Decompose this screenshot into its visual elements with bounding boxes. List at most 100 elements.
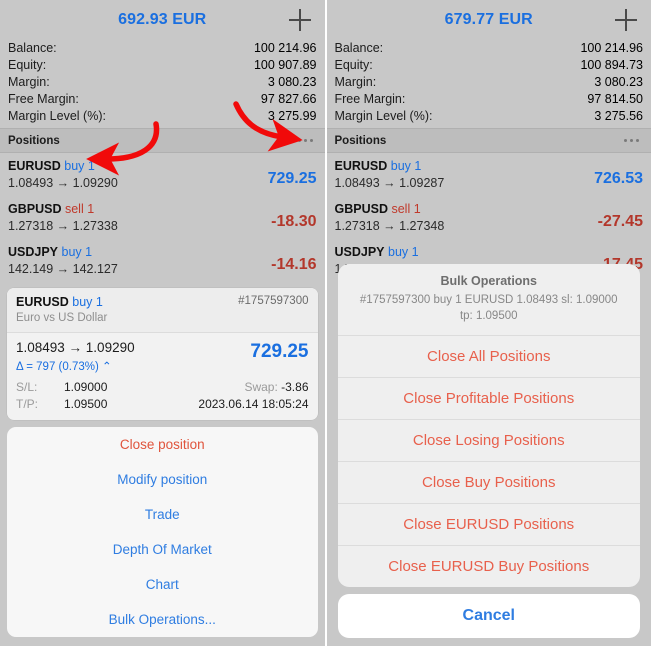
- account-header-right: 679.77 EUR: [326, 0, 651, 40]
- stat-value: 3 275.99: [267, 109, 317, 123]
- right-screen: 679.77 EUR Balance: 100 214.96 Equity: 1…: [326, 0, 651, 646]
- positions-section-header: Positions: [0, 128, 325, 153]
- stat-label: Equity:: [8, 58, 47, 72]
- bulk-close-eurusd-buy-positions[interactable]: Close EURUSD Buy Positions: [338, 546, 641, 587]
- positions-list-right: EURUSD buy 1 1.08493 → 1.09287 726.53 GB…: [326, 153, 651, 282]
- account-total-profit: 692.93 EUR: [118, 11, 207, 28]
- stat-label: Free Margin:: [334, 92, 406, 106]
- position-direction: buy 1: [64, 159, 95, 173]
- stat-label: Margin:: [334, 75, 377, 89]
- action-trade[interactable]: Trade: [7, 497, 318, 532]
- stat-row: Margin Level (%): 3 275.99: [8, 108, 317, 125]
- bulk-dialog-title: Bulk Operations: [440, 274, 538, 288]
- stat-label: Free Margin:: [8, 92, 79, 106]
- stat-row: Balance: 100 214.96: [8, 40, 317, 57]
- detail-symbol: EURUSD: [16, 295, 69, 309]
- position-profit: 729.25: [267, 169, 317, 187]
- stat-value: 3 080.23: [594, 75, 643, 89]
- ellipsis-icon[interactable]: [296, 135, 315, 146]
- stat-label: Balance:: [334, 41, 384, 55]
- stat-label: Margin Level (%):: [334, 109, 433, 123]
- swap-label: Swap:: [244, 380, 278, 394]
- position-prices: 1.08493 → 1.09290: [8, 176, 118, 190]
- stat-label: Margin:: [8, 75, 50, 89]
- bulk-close-buy-positions[interactable]: Close Buy Positions: [337, 462, 640, 504]
- action-close-position[interactable]: Close position: [7, 427, 318, 462]
- bulk-close-profitable-positions[interactable]: Close Profitable Positions: [337, 378, 640, 420]
- positions-section-header: Positions: [326, 128, 651, 153]
- account-stats-left: Balance: 100 214.96 Equity: 100 907.89 M…: [0, 40, 325, 128]
- bulk-dialog-subtitle: #1757597300 buy 1 EURUSD 1.08493 sl: 1.0…: [359, 294, 618, 322]
- add-icon[interactable]: [288, 9, 311, 31]
- position-symbol: GBPUSD: [334, 202, 388, 216]
- detail-direction: buy 1: [72, 295, 103, 309]
- action-chart[interactable]: Chart: [7, 567, 318, 602]
- position-detail-card[interactable]: EURUSD buy 1 Euro vs US Dollar #17575973…: [7, 288, 318, 420]
- detail-row-sl: S/L: 1.09000 Swap: -3.86: [16, 379, 309, 396]
- stat-label: Balance:: [8, 41, 57, 55]
- stat-value: 3 080.23: [267, 75, 317, 89]
- detail-description: Euro vs US Dollar: [16, 312, 108, 324]
- position-prices: 1.27318 → 1.27348: [334, 219, 445, 233]
- sl-label: S/L:: [16, 380, 38, 394]
- swap-field: Swap: -3.86: [244, 379, 308, 396]
- position-prices: 1.08493 → 1.09287: [334, 176, 445, 190]
- position-prices: 1.27318 → 1.27338: [8, 219, 118, 233]
- action-depth-of-market[interactable]: Depth Of Market: [7, 532, 318, 567]
- position-row-usdjpy[interactable]: USDJPY buy 1 142.149 → 142.127 -14.16: [0, 239, 325, 282]
- action-bulk-operations[interactable]: Bulk Operations...: [7, 602, 318, 637]
- stat-value: 97 827.66: [260, 92, 317, 106]
- cancel-button[interactable]: Cancel: [337, 594, 640, 638]
- position-symbol: USDJPY: [334, 245, 385, 259]
- position-row-gbpusd[interactable]: GBPUSD sell 1 1.27318 → 1.27338 -18.30: [0, 196, 325, 239]
- position-profit: 726.53: [594, 169, 643, 187]
- position-symbol: GBPUSD: [8, 202, 62, 216]
- position-profit: -18.30: [271, 212, 317, 230]
- position-direction: buy 1: [390, 159, 422, 173]
- add-icon[interactable]: [615, 9, 637, 31]
- left-screen: 692.93 EUR Balance: 100 214.96 Equity: 1…: [0, 0, 326, 646]
- positions-title: Positions: [8, 134, 60, 147]
- stat-label: Equity:: [334, 58, 373, 72]
- stat-row: Free Margin: 97 827.66: [8, 91, 317, 108]
- stat-value: 100 907.89: [253, 58, 317, 72]
- bulk-close-all-positions[interactable]: Close All Positions: [337, 336, 640, 378]
- tp-value: 1.09500: [64, 397, 108, 411]
- detail-card-header: EURUSD buy 1 Euro vs US Dollar #17575973…: [7, 288, 318, 333]
- context-action-sheet: Close position Modify position Trade Dep…: [7, 427, 318, 637]
- stat-row: Equity: 100 894.73: [335, 57, 644, 74]
- detail-card-rows: S/L: 1.09000 Swap: -3.86 T/P: 1.09500 20…: [7, 378, 318, 420]
- stat-row: Margin: 3 080.23: [8, 74, 317, 91]
- stat-value: 100 214.96: [580, 41, 643, 55]
- position-direction: buy 1: [61, 245, 93, 259]
- detail-card-body: 1.08493 → 1.09290 Δ = 797 (0.73%) ⌃ 729.…: [7, 333, 318, 378]
- bulk-dialog-header: Bulk Operations #1757597300 buy 1 EURUSD…: [337, 264, 640, 336]
- open-time: 2023.06.14 18:05:24: [198, 397, 309, 411]
- position-profit: -14.16: [271, 255, 317, 273]
- ellipsis-icon[interactable]: [622, 135, 641, 146]
- sl-value: 1.09000: [64, 380, 108, 394]
- stat-value: 100 214.96: [253, 41, 317, 55]
- position-row-eurusd[interactable]: EURUSD buy 1 1.08493 → 1.09290 729.25: [0, 153, 325, 196]
- bulk-close-eurusd-positions[interactable]: Close EURUSD Positions: [337, 504, 640, 546]
- bulk-close-losing-positions[interactable]: Close Losing Positions: [337, 420, 640, 462]
- screenshot-root: 692.93 EUR Balance: 100 214.96 Equity: 1…: [0, 0, 651, 646]
- positions-list-left: EURUSD buy 1 1.08493 → 1.09290 729.25 GB…: [0, 153, 325, 282]
- stat-row: Margin Level (%): 3 275.56: [335, 108, 644, 125]
- position-direction: buy 1: [388, 245, 419, 259]
- stat-row: Balance: 100 214.96: [335, 40, 644, 57]
- position-row-gbpusd[interactable]: GBPUSD sell 1 1.27318 → 1.27348 -27.45: [327, 196, 651, 239]
- stat-value: 3 275.56: [594, 109, 643, 123]
- action-modify-position[interactable]: Modify position: [7, 462, 318, 497]
- position-symbol: EURUSD: [334, 159, 388, 173]
- account-header-left: 692.93 EUR: [0, 0, 325, 40]
- bulk-operations-dialog: Bulk Operations #1757597300 buy 1 EURUSD…: [337, 264, 641, 638]
- position-symbol: EURUSD: [8, 159, 61, 173]
- position-prices: 142.149 → 142.127: [8, 262, 118, 276]
- position-profit: -27.45: [597, 212, 643, 230]
- stat-row: Equity: 100 907.89: [8, 57, 317, 74]
- bulk-operations-sheet: Bulk Operations #1757597300 buy 1 EURUSD…: [337, 264, 641, 587]
- tp-label: T/P:: [16, 397, 39, 411]
- position-row-eurusd[interactable]: EURUSD buy 1 1.08493 → 1.09287 726.53: [327, 153, 651, 196]
- detail-delta: Δ = 797 (0.73%) ⌃: [16, 361, 112, 373]
